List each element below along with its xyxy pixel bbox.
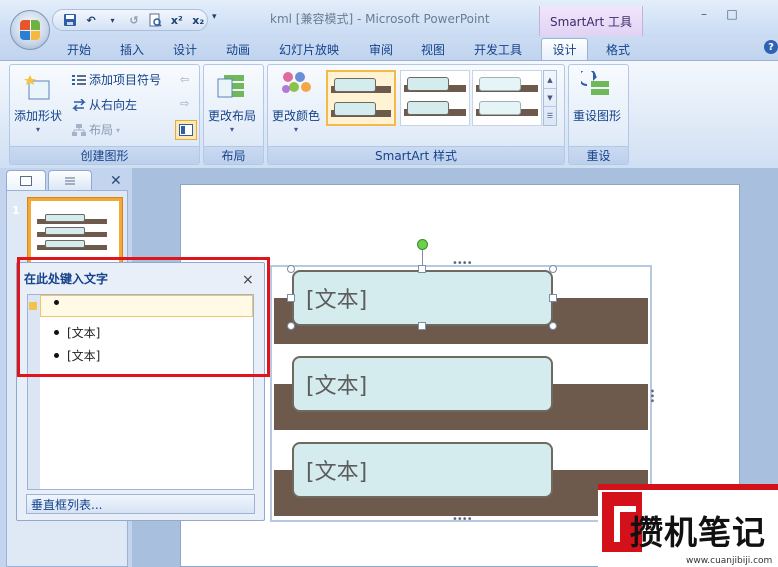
text-pane-icon [179,124,193,136]
group-label-layouts: 布局 [204,146,263,164]
group-create-graphic: 添加形状 ▾ 添加项目符号 从右向左 布局 ▾ ⇦ ⇨ 创建图形 [9,64,200,165]
outline-icon [65,177,75,184]
pane-close-icon[interactable]: ✕ [110,173,122,189]
highlight-annotation-box [17,257,270,377]
help-icon[interactable]: ? [764,40,778,54]
window-title: kml [兼容模式] - Microsoft PowerPoint [270,12,490,26]
tab-format[interactable]: 格式 [596,39,640,59]
reset-graphic-icon [581,71,609,95]
promote-arrow-icon[interactable]: ⇦ [180,73,189,86]
layout-dropdown-button[interactable]: 布局 ▾ [72,121,120,138]
resize-handle-bl[interactable] [287,322,295,330]
change-layout-button[interactable]: 更改布局 ▾ [208,73,256,134]
smartart-tools-header: SmartArt 工具 [539,6,643,36]
tab-design[interactable]: 设计 [164,39,206,59]
right-to-left-button[interactable]: 从右向左 [72,96,137,113]
gallery-down-icon[interactable]: ▼ [544,89,556,107]
change-colors-icon [282,72,311,93]
tab-animations[interactable]: 动画 [217,39,259,59]
gallery-up-icon[interactable]: ▲ [544,71,556,89]
style-gallery-item-2[interactable] [400,70,470,126]
outline-tab[interactable] [48,170,92,190]
resize-handle-b[interactable] [418,322,426,330]
tab-slideshow[interactable]: 幻灯片放映 [272,39,346,59]
tab-insert[interactable]: 插入 [111,39,153,59]
subscript-button[interactable]: x₂ [190,12,207,28]
office-logo-icon [20,20,40,40]
style-gallery-scroll[interactable]: ▲ ▼ ☰ [543,70,557,126]
group-label-create-graphic: 创建图形 [10,146,199,164]
rotation-handle[interactable] [417,239,428,250]
undo-dropdown-icon[interactable]: ▾ [104,12,121,28]
group-label-smartart-styles: SmartArt 样式 [268,146,564,164]
tab-view[interactable]: 视图 [412,39,454,59]
add-shape-button[interactable]: 添加形状 ▾ [14,73,62,134]
reset-graphic-button[interactable]: 重设图形 [573,71,621,124]
resize-handle-l[interactable] [287,294,295,302]
group-label-reset: 重设 [569,146,628,164]
maximize-button[interactable]: □ [718,4,746,24]
change-layout-icon [217,75,244,98]
resize-handle-r[interactable] [549,294,557,302]
smartart-box-1[interactable]: [文本] [292,270,553,326]
superscript-button[interactable]: x² [168,12,185,28]
change-colors-dropdown-icon: ▾ [294,125,299,134]
customize-qat-icon[interactable]: ▾ [212,12,222,22]
slides-tab[interactable] [6,170,46,190]
redo-button[interactable]: ↺ [125,12,142,28]
text-pane-toggle-button[interactable] [175,120,197,140]
style-gallery-item-1[interactable] [326,70,396,126]
smartart-box-3[interactable]: [文本] [292,442,553,498]
add-bullet-button[interactable]: 添加项目符号 [72,71,161,88]
frame-grip-bottom-icon[interactable]: •••• [452,514,473,525]
watermark-url: www.cuanjibiji.com [686,556,773,566]
demote-arrow-icon[interactable]: ⇨ [180,97,189,110]
add-shape-dropdown-icon: ▾ [36,125,41,134]
window-controls: – □ [690,4,746,24]
gallery-more-icon[interactable]: ☰ [544,107,556,125]
tab-smartart-design[interactable]: 设计 [541,38,588,60]
resize-handle-tr[interactable] [549,265,557,273]
resize-handle-br[interactable] [549,322,557,330]
resize-handle-t[interactable] [418,265,426,273]
org-chart-icon [72,123,86,136]
save-icon[interactable] [61,12,78,28]
undo-button[interactable]: ↶ [82,12,99,28]
change-colors-button[interactable]: 更改颜色 ▾ [272,71,320,134]
tab-home[interactable]: 开始 [58,39,100,59]
smartart-box-2[interactable]: [文本] [292,356,553,412]
print-preview-icon[interactable] [147,12,164,28]
group-layouts: 更改布局 ▾ 布局 [203,64,264,165]
office-button[interactable] [10,10,50,50]
add-bullet-icon [72,74,86,85]
watermark-bar [598,484,778,490]
right-to-left-icon [72,98,86,111]
tab-developer[interactable]: 开发工具 [466,39,530,59]
layout-description-link[interactable]: 垂直框列表... [26,494,255,514]
minimize-button[interactable]: – [690,4,718,24]
style-gallery-item-3[interactable] [472,70,542,126]
tab-review[interactable]: 审阅 [360,39,402,59]
slides-icon [20,175,32,186]
quick-access-toolbar: ↶ ▾ ↺ x² x₂ [52,9,208,31]
group-reset: 重设图形 重设 [568,64,629,165]
add-shape-icon [24,75,50,100]
change-layout-dropdown-icon: ▾ [230,125,235,134]
frame-grip-top-icon[interactable]: •••• [452,258,473,269]
resize-handle-tl[interactable] [287,265,295,273]
frame-grip-right-icon[interactable]: ••• [646,388,657,403]
slide-number: 1 [12,204,20,217]
watermark-text: 攒机笔记 [630,513,766,552]
